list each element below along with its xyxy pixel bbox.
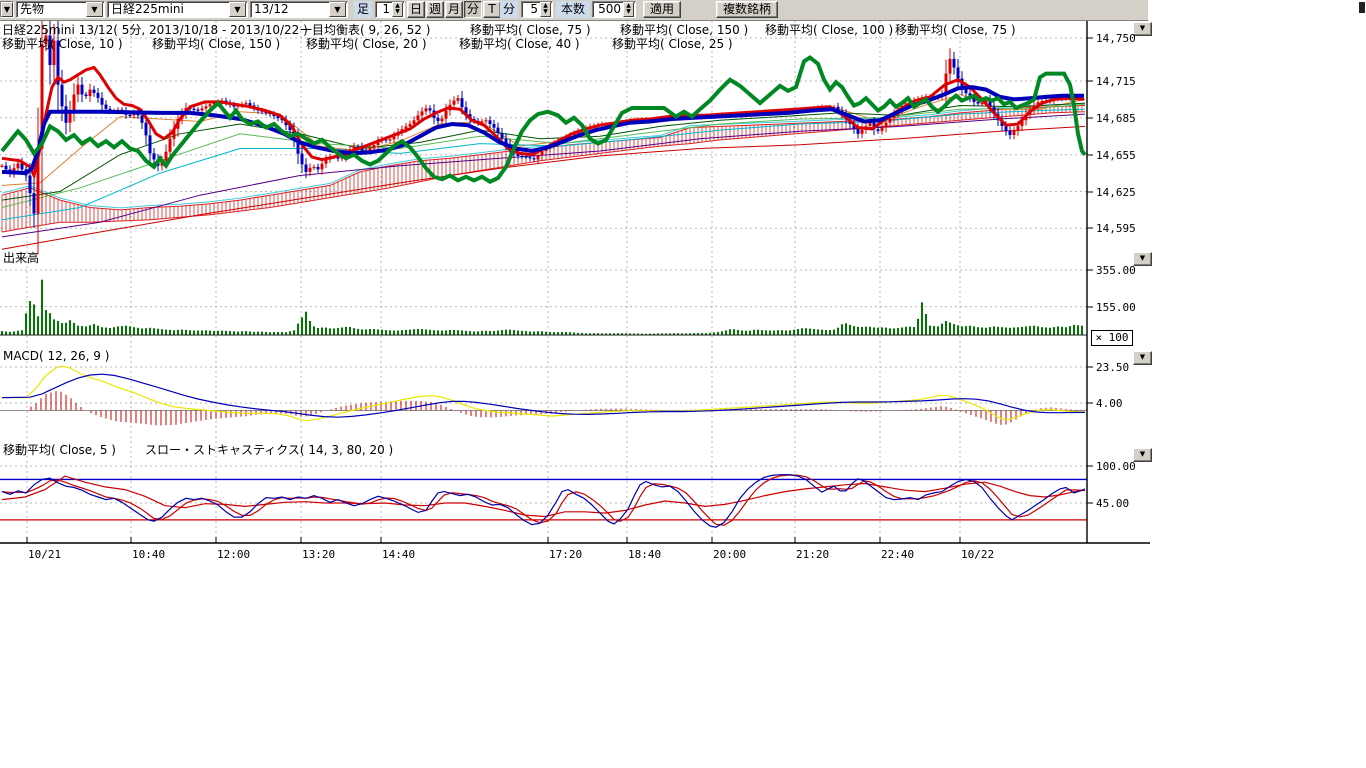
time-axis-label: 14:40: [382, 548, 415, 561]
period-button-T[interactable]: T: [483, 1, 501, 18]
bar-count-label: 本数: [556, 1, 590, 18]
price-pane-dropdown-button[interactable]: ▼: [1133, 22, 1152, 36]
time-axis-label: 10/22: [961, 548, 994, 561]
macd-pane-dropdown-button[interactable]: ▼: [1133, 351, 1152, 365]
value-axis-label: 14,715: [1096, 75, 1136, 88]
legend-item: 移動平均( Close, 20 ): [306, 35, 427, 52]
chart-canvas[interactable]: [0, 0, 1160, 575]
value-axis-label: 155.00: [1096, 301, 1136, 314]
spinner-icon[interactable]: ▲▼: [623, 2, 634, 17]
chevron-down-icon: ▼: [1140, 353, 1145, 361]
apply-button[interactable]: 適用: [643, 1, 681, 18]
stoch-pane-dropdown-button[interactable]: ▼: [1133, 448, 1152, 462]
value-axis-label: 14,655: [1096, 149, 1136, 162]
value-axis-label: 100.00: [1096, 460, 1136, 473]
time-axis-label: 21:20: [796, 548, 829, 561]
value-axis-label: 4.00: [1096, 397, 1123, 410]
stoch-pane-label: スロー・ストキャスティクス( 14, 3, 80, 20 ): [145, 441, 393, 458]
volume-pane-label: 出来高: [3, 249, 39, 266]
legend-item: 移動平均( Close, 25 ): [612, 35, 733, 52]
period-button-日[interactable]: 日: [407, 1, 425, 18]
spinner-icon[interactable]: ▲▼: [392, 2, 403, 17]
legend-item: 移動平均( Close, 100 ): [765, 21, 893, 38]
legend-item: 移動平均( Close, 150 ): [152, 35, 280, 52]
time-axis-label: 17:20: [549, 548, 582, 561]
bar-type-label: 足: [354, 1, 372, 18]
symbol-select[interactable]: 日経225mini ▼: [107, 1, 248, 18]
legend-item: 移動平均( Close, 40 ): [459, 35, 580, 52]
macd-pane-label: MACD( 12, 26, 9 ): [3, 349, 109, 363]
value-axis-label: 23.50: [1096, 361, 1129, 374]
value-axis-label: 355.00: [1096, 264, 1136, 277]
time-axis-label: 13:20: [302, 548, 335, 561]
chevron-down-icon: ▼: [1140, 24, 1145, 32]
time-axis-label: 18:40: [628, 548, 661, 561]
time-axis-label: 10/21: [28, 548, 61, 561]
contract-month-select[interactable]: 13/12 ▼: [250, 1, 348, 18]
chevron-down-icon: ▼: [1140, 450, 1145, 458]
chevron-down-icon: ▼: [329, 2, 346, 17]
chevron-down-icon: ▼: [86, 2, 103, 17]
bar-count-stepper[interactable]: 500 ▲▼: [592, 1, 636, 18]
minute-unit-label: 分: [500, 1, 518, 18]
value-axis-label: 14,685: [1096, 112, 1136, 125]
value-axis-label: 14,750: [1096, 32, 1136, 45]
history-dropdown-button[interactable]: ▼: [0, 1, 14, 18]
toolbar: ▼ 先物 ▼ 日経225mini ▼ 13/12 ▼ 足 1 ▲▼ 日週月分T …: [0, 0, 1148, 21]
time-axis-label: 20:00: [713, 548, 746, 561]
value-axis-label: 14,595: [1096, 222, 1136, 235]
value-axis-label: 14,625: [1096, 186, 1136, 199]
bar-interval-stepper[interactable]: 1 ▲▼: [375, 1, 405, 18]
time-axis-label: 12:00: [217, 548, 250, 561]
period-button-月[interactable]: 月: [445, 1, 463, 18]
window-corner-icon[interactable]: [1359, 2, 1365, 13]
minute-value-stepper[interactable]: 5 ▲▼: [521, 1, 553, 18]
legend-item: 移動平均( Close, 10 ): [2, 35, 123, 52]
chevron-down-icon: ▼: [1, 2, 13, 17]
chart-application-window: 日経225mini 13/12( 5分, 2013/10/18 - 2013/1…: [0, 0, 1366, 768]
value-axis-label: 45.00: [1096, 497, 1129, 510]
spinner-icon[interactable]: ▲▼: [540, 2, 551, 17]
chevron-down-icon: ▼: [1140, 254, 1145, 262]
volume-pane-dropdown-button[interactable]: ▼: [1133, 252, 1152, 266]
time-axis-label: 10:40: [132, 548, 165, 561]
multi-symbol-button[interactable]: 複数銘柄: [716, 1, 778, 18]
volume-multiplier-badge: × 100: [1091, 330, 1133, 346]
stoch-ma-label: 移動平均( Close, 5 ): [3, 441, 116, 458]
chevron-down-icon: ▼: [229, 2, 246, 17]
category-select[interactable]: 先物 ▼: [16, 1, 105, 18]
period-button-週[interactable]: 週: [426, 1, 444, 18]
time-axis-label: 22:40: [881, 548, 914, 561]
period-button-分[interactable]: 分: [464, 1, 482, 18]
legend-item: 移動平均( Close, 75 ): [895, 21, 1016, 38]
